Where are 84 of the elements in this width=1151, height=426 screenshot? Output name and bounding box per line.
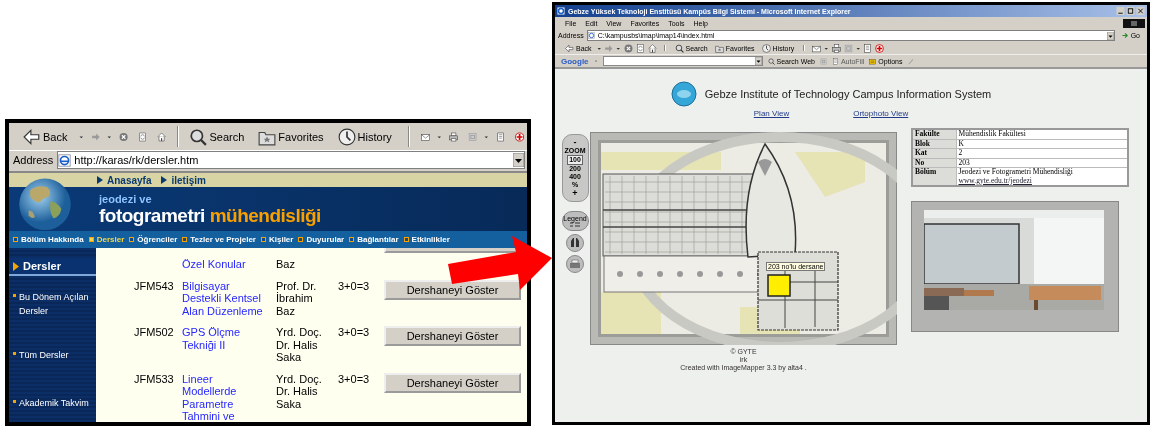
- dropdown-icon[interactable]: [1106, 31, 1114, 40]
- windows-logo-icon: [1123, 18, 1145, 28]
- nav-link[interactable]: Etkinlikler: [403, 235, 450, 244]
- instructor-name: Prof. Dr. İbrahim Baz: [276, 279, 318, 317]
- bullet-icon: [13, 400, 16, 403]
- sidebar-link[interactable]: Akademik Takvim: [18, 396, 96, 410]
- address-field[interactable]: http://karas/rk/dersler.htm: [57, 151, 525, 169]
- cross-circle-icon[interactable]: [875, 43, 885, 53]
- bullet-icon: [13, 352, 16, 355]
- nav-link[interactable]: Öğrenciler: [129, 235, 178, 244]
- course-credits: 3+0=3: [338, 326, 371, 340]
- back-arrow-icon: [23, 127, 41, 146]
- folder-star-icon: [714, 43, 724, 53]
- envelope-icon[interactable]: [812, 43, 822, 53]
- list-icon: [569, 222, 581, 227]
- instructor-name: Yrd. Doç. Dr. Halis Saka: [276, 372, 323, 412]
- banner-subtitle: jeodezi ve: [99, 193, 153, 205]
- show-classroom-button[interactable]: Dershaneyi Göster: [384, 372, 521, 393]
- course-code: JFM543: [134, 279, 175, 294]
- nav-link[interactable]: Dersler: [88, 235, 125, 244]
- top-link[interactable]: Anasayfa: [97, 174, 152, 186]
- search-field[interactable]: [602, 56, 763, 66]
- maximize-icon[interactable]: [1126, 7, 1135, 15]
- logo-icon: [670, 81, 697, 107]
- view-link[interactable]: Plan View: [753, 109, 790, 118]
- triangle-icon: [161, 176, 168, 184]
- close-icon[interactable]: [1136, 7, 1145, 15]
- triangle-icon: [13, 261, 19, 271]
- search-icon: [674, 43, 684, 53]
- refresh-icon[interactable]: [635, 43, 645, 53]
- home-icon[interactable]: [647, 43, 657, 53]
- search-icon: [189, 127, 208, 146]
- printer-icon[interactable]: [831, 43, 841, 53]
- show-classroom-button[interactable]: Dershaneyi Göster: [384, 279, 521, 300]
- course-credits: 3+0=3: [338, 372, 371, 387]
- page-icon: [587, 32, 595, 39]
- google-logo: Google: [561, 56, 589, 66]
- printer-icon[interactable]: [566, 255, 584, 273]
- floor-plan-drawing[interactable]: [590, 132, 897, 345]
- sidebar-link[interactable]: Tüm Dersler: [18, 348, 96, 362]
- back-button[interactable]: Back: [21, 127, 70, 146]
- nav-link[interactable]: Bölüm Hakkında: [13, 235, 84, 244]
- search-icon: [767, 57, 775, 65]
- browser-icon: [557, 7, 565, 15]
- instructor-name: Yrd. Doç. Dr. Halis Saka: [276, 326, 323, 364]
- nav-link[interactable]: Kişiler: [260, 235, 294, 244]
- sidebar-heading: Dersler: [23, 260, 61, 272]
- zoom-in-button[interactable]: +: [572, 189, 578, 198]
- top-link[interactable]: iletişim: [161, 174, 206, 186]
- nav-link[interactable]: Tezler ve Projeler: [182, 235, 256, 244]
- dropdown-icon[interactable]: [513, 153, 524, 167]
- binoculars-icon[interactable]: [566, 234, 584, 252]
- course-link[interactable]: Lineer Modellerde Parametre Tahmini ve: [182, 372, 270, 422]
- banner-title: fotogrametri mühendisliği: [99, 205, 322, 227]
- bullet-icon: [13, 294, 16, 297]
- nav-link[interactable]: Bağlantılar: [349, 235, 399, 244]
- arrow-icon: [1121, 32, 1129, 39]
- back-arrow-icon: [565, 43, 574, 53]
- course-credits: 3+0=3: [338, 279, 371, 294]
- sidebar-link[interactable]: Bu Dönem Açılan Dersler: [18, 290, 96, 318]
- course-code: JFM533: [134, 372, 175, 387]
- nav-link[interactable]: Duyurular: [298, 235, 345, 244]
- course-link[interactable]: GPS Ölçme Tekniği II: [182, 326, 270, 364]
- course-link[interactable]: Özel Konular: [182, 258, 270, 271]
- zoom-out-button[interactable]: -: [573, 138, 577, 147]
- page-title: Gebze Institute of Technology Campus Information System: [704, 88, 992, 100]
- page-icon[interactable]: [863, 43, 873, 53]
- options-icon: [869, 57, 877, 65]
- show-classroom-button[interactable]: Dershaneyi Göster: [384, 326, 521, 346]
- course-link[interactable]: Bilgisayar Destekli Kentsel Alan Düzenleme: [182, 279, 270, 317]
- page-icon: [58, 153, 72, 167]
- stop-icon[interactable]: [623, 43, 633, 53]
- minimize-icon[interactable]: [1116, 7, 1125, 15]
- favorites-button[interactable]: Favorites: [256, 127, 326, 146]
- clock-icon: [337, 127, 356, 146]
- dropdown-icon[interactable]: [754, 57, 762, 65]
- instructor-name: Baz: [276, 258, 296, 271]
- view-link[interactable]: Ortophoto View: [853, 109, 909, 118]
- history-button[interactable]: History: [335, 127, 394, 146]
- search-button[interactable]: Search: [187, 127, 247, 146]
- page-icon: [831, 57, 839, 65]
- course-code: JFM502: [134, 326, 175, 340]
- address-label: Address: [13, 154, 54, 166]
- triangle-icon: [97, 176, 103, 184]
